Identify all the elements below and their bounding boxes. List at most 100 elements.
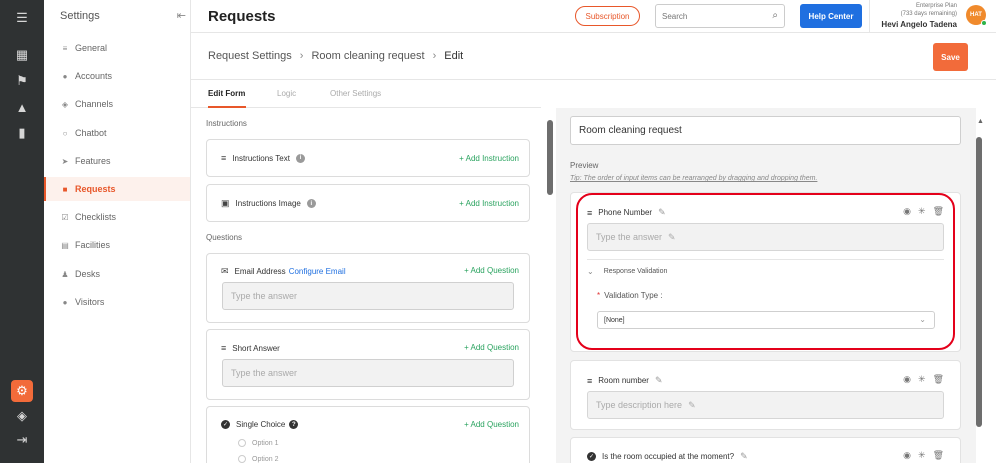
pencil-icon[interactable]: ✎ (668, 232, 676, 243)
calendar-icon: ▤ (61, 240, 69, 250)
sidebar-item-accounts[interactable]: ● Accounts (44, 64, 190, 88)
short-answer-label: Short Answer (232, 343, 280, 353)
preview-pane: Room cleaning request Preview Tip: The o… (556, 108, 976, 463)
sliders-icon: ≡ (62, 43, 68, 53)
text-lines-icon: ≡ (587, 375, 593, 386)
question-card-email[interactable]: ✉ Email Address Configure Email + Add Qu… (206, 253, 530, 323)
asterisk-icon[interactable]: ✳ (918, 450, 926, 461)
room-number-title: Room number (598, 376, 649, 385)
search-box[interactable]: ⌕ (655, 4, 785, 28)
instructions-section-label: Instructions (206, 119, 247, 128)
sidebar-item-facilities[interactable]: ▤ Facilities (44, 233, 190, 257)
option-radio: Option 1 (238, 439, 278, 447)
pencil-icon[interactable]: ✎ (658, 207, 666, 218)
preview-card-room-number[interactable]: ≡ Room number ✎ ◉ ✳ 🗑 Type description h… (570, 360, 961, 430)
eye-icon[interactable]: ◉ (903, 450, 911, 461)
response-validation-toggle[interactable]: ⌄ Response Validation (587, 267, 667, 276)
trash-icon[interactable]: 🗑 (933, 374, 944, 385)
search-icon[interactable]: ⌕ (772, 10, 778, 21)
add-question-link[interactable]: + Add Question (464, 266, 519, 275)
settings-gear-icon[interactable]: ⚙ (11, 380, 33, 402)
scroll-up-arrow-icon[interactable]: ▲ (977, 118, 984, 125)
online-status-dot (981, 20, 987, 26)
sidebar-item-channels[interactable]: ◈ Channels (44, 92, 190, 116)
flag-icon[interactable]: ⚑ (12, 71, 32, 91)
settings-sidebar: Settings ⇤ ≡ General ● Accounts ◈ Channels … (44, 0, 191, 463)
sidebar-item-checklists[interactable]: ☑ Checklists (44, 205, 190, 229)
tab-logic[interactable]: Logic (277, 89, 296, 98)
sidebar-item-chatbot[interactable]: ○ Chatbot (44, 121, 190, 145)
plan-remaining: (733 days remaining) (900, 11, 957, 17)
sidebar-item-visitors[interactable]: ● Visitors (44, 290, 190, 314)
preview-label: Preview (570, 161, 599, 170)
sidebar-item-requests[interactable]: ■ Requests (44, 177, 190, 201)
instruction-card-text[interactable]: ≡ Instructions Text i + Add Instruction (206, 139, 530, 177)
instruction-card-image[interactable]: ▣ Instructions Image i + Add Instruction (206, 184, 530, 222)
help-center-button[interactable]: Help Center (800, 4, 862, 28)
preview-scrollbar[interactable] (976, 137, 982, 427)
asterisk-icon[interactable]: ✳ (918, 374, 926, 385)
text-lines-icon: ≡ (221, 153, 227, 163)
form-builder-column: Instructions ≡ Instructions Text i + Add… (191, 108, 541, 463)
text-lines-icon: ≡ (221, 343, 227, 353)
box-icon[interactable]: ◈ (12, 406, 32, 426)
breadcrumb-room-cleaning[interactable]: Room cleaning request (311, 50, 424, 62)
add-instruction-link[interactable]: + Add Instruction (459, 154, 519, 163)
rocket-icon: ➤ (61, 156, 69, 166)
logout-icon[interactable]: ⇥ (12, 430, 32, 450)
form-scrollbar[interactable] (547, 120, 553, 195)
avatar-initials: HAT (970, 12, 982, 18)
asterisk-icon[interactable]: ✳ (918, 206, 926, 217)
sidebar-item-desks[interactable]: ♟ Desks (44, 262, 190, 286)
info-icon[interactable]: i (306, 199, 316, 208)
help-question-icon[interactable]: ? (289, 420, 299, 429)
search-input[interactable] (656, 5, 756, 27)
avatar[interactable]: HAT (966, 5, 987, 26)
collapse-sidebar-icon[interactable]: ⇤ (177, 9, 186, 22)
validation-type-select[interactable]: [None] ⌄ (597, 311, 935, 329)
sidebar-item-features[interactable]: ➤ Features (44, 149, 190, 173)
dashboard-icon[interactable]: ▦ (12, 45, 32, 65)
preview-tip: Tip: The order of input items can be rea… (570, 175, 818, 182)
pencil-icon[interactable]: ✎ (740, 451, 748, 462)
add-instruction-link[interactable]: + Add Instruction (459, 199, 519, 208)
instruction-image-label: Instructions Image (235, 199, 301, 208)
sidebar-item-general[interactable]: ≡ General (44, 36, 190, 60)
visitors-icon: ● (62, 297, 68, 307)
chart-icon[interactable]: ▲ (12, 97, 32, 117)
user-name[interactable]: Hevi Angelo Tadena (881, 20, 957, 29)
breadcrumb: Request Settings › Room cleaning request… (208, 50, 463, 62)
tab-edit-form[interactable]: Edit Form (208, 89, 245, 98)
question-card-single-choice[interactable]: ✓ Single Choice ? + Add Question Option … (206, 406, 530, 463)
add-question-link[interactable]: + Add Question (464, 420, 519, 429)
short-answer-field: Type the answer (222, 359, 514, 387)
trash-icon[interactable]: 🗑 (933, 206, 944, 217)
menu-toggle-icon[interactable]: ☰ (12, 8, 32, 28)
subscription-button[interactable]: Subscription (575, 6, 640, 26)
save-button[interactable]: Save (933, 43, 968, 71)
topbar-divider (869, 0, 870, 33)
eye-icon[interactable]: ◉ (903, 206, 911, 217)
eye-icon[interactable]: ◉ (903, 374, 911, 385)
preview-card-phone[interactable]: ≡ Phone Number ✎ ◉ ✳ 🗑 Type the answer ✎… (570, 192, 961, 352)
question-card-short-answer[interactable]: ≡ Short Answer + Add Question Type the a… (206, 329, 530, 400)
pencil-icon[interactable]: ✎ (688, 400, 696, 411)
option-radio: Option 2 (238, 455, 278, 463)
pencil-icon[interactable]: ✎ (655, 375, 663, 386)
email-question-label: Email Address (234, 267, 286, 276)
preview-card-occupied[interactable]: ✓ Is the room occupied at the moment? ✎ … (570, 437, 961, 463)
breadcrumb-request-settings[interactable]: Request Settings (208, 50, 292, 62)
form-tabs: Edit Form Logic Other Settings (191, 81, 541, 108)
stats-icon[interactable]: ▮ (12, 123, 32, 143)
tab-other-settings[interactable]: Other Settings (330, 89, 381, 98)
info-icon[interactable]: i (295, 153, 305, 163)
request-title-input[interactable]: Room cleaning request (570, 116, 961, 145)
configure-email-link[interactable]: Configure Email (289, 267, 346, 276)
add-question-link[interactable]: + Add Question (464, 343, 519, 352)
email-answer-field: Type the answer (222, 282, 514, 310)
trash-icon[interactable]: 🗑 (933, 450, 944, 461)
chevron-right-icon: › (299, 50, 304, 62)
chat-icon: ○ (62, 128, 68, 138)
image-icon: ▣ (221, 198, 230, 208)
radio-filled-icon: ✓ (587, 452, 596, 461)
